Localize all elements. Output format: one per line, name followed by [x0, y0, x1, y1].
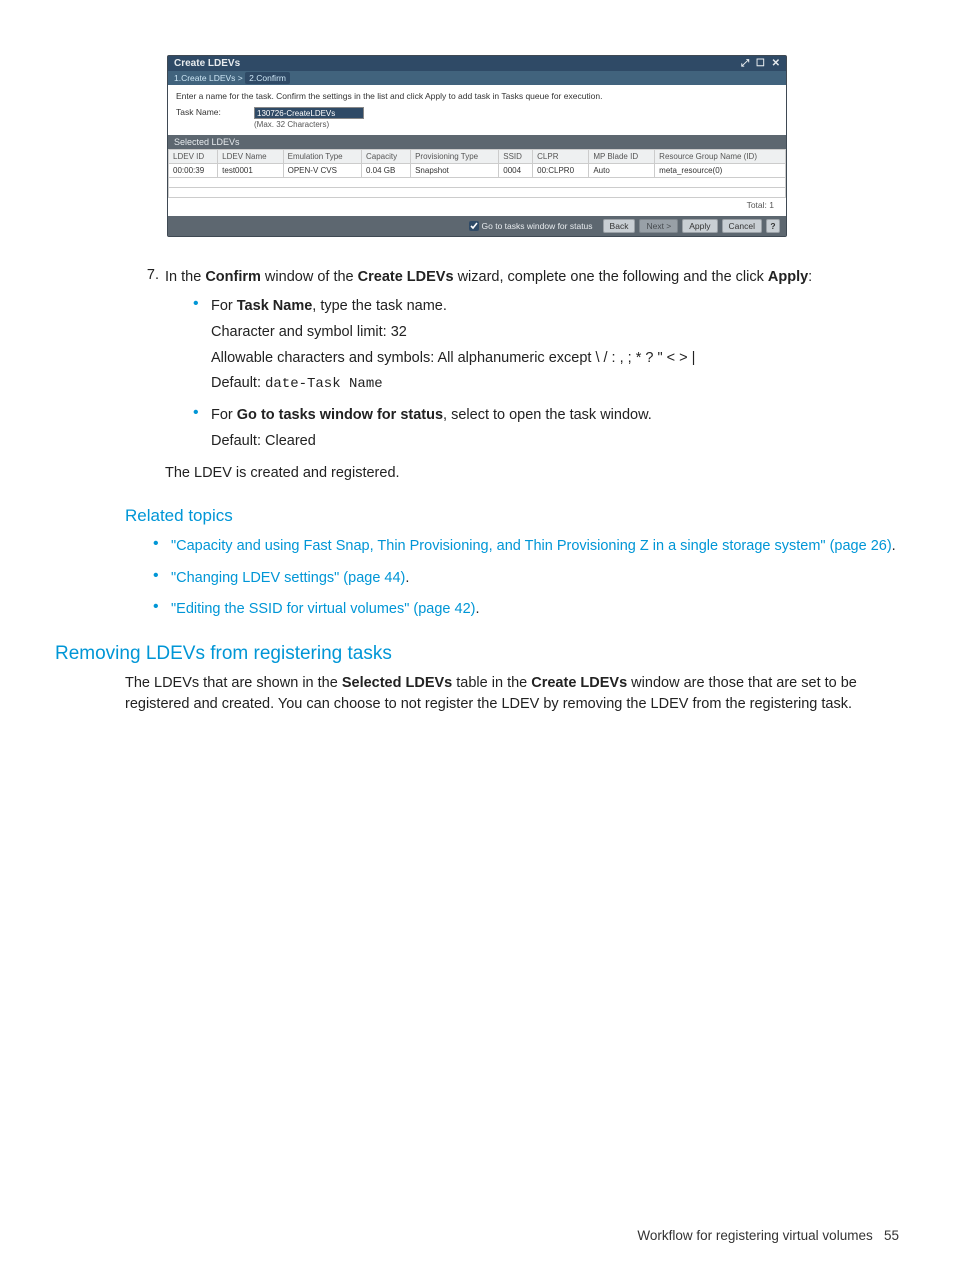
step-number: 7.: [135, 267, 159, 283]
col-prov-type: Provisioning Type: [411, 150, 499, 164]
breadcrumb-prev: 1.Create LDEVs: [174, 73, 235, 83]
col-emulation: Emulation Type: [283, 150, 361, 164]
section-paragraph: The LDEVs that are shown in the Selected…: [125, 673, 899, 715]
restore-down-icon[interactable]: ⤢: [741, 58, 749, 69]
step-text: In the Confirm window of the Create LDEV…: [165, 267, 899, 288]
related-link-2: "Changing LDEV settings" (page 44).: [153, 568, 899, 590]
selected-ldevs-table: LDEV ID LDEV Name Emulation Type Capacit…: [168, 149, 786, 198]
task-name-hint: (Max. 32 Characters): [254, 120, 364, 129]
related-link-1: "Capacity and using Fast Snap, Thin Prov…: [153, 536, 899, 558]
related-link-3: "Editing the SSID for virtual volumes" (…: [153, 599, 899, 621]
col-resource-group: Resource Group Name (ID): [655, 150, 786, 164]
section-heading: Removing LDEVs from registering tasks: [55, 643, 899, 665]
goto-tasks-label: Go to tasks window for status: [482, 221, 593, 231]
goto-tasks-checkbox-wrap[interactable]: Go to tasks window for status: [469, 221, 593, 231]
apply-button[interactable]: Apply: [682, 219, 717, 233]
col-ldev-id: LDEV ID: [169, 150, 218, 164]
col-capacity: Capacity: [361, 150, 410, 164]
goto-tasks-checkbox[interactable]: [469, 221, 479, 231]
task-name-label: Task Name:: [176, 107, 236, 117]
wizard-instruction: Enter a name for the task. Confirm the s…: [176, 91, 778, 101]
bullet-task-name: For Task Name, type the task name. Chara…: [193, 296, 899, 395]
selected-ldevs-title: Selected LDEVs: [168, 135, 786, 149]
page-footer: Workflow for registering virtual volumes…: [0, 1228, 954, 1243]
breadcrumb-current: 2.Confirm: [245, 72, 290, 84]
close-icon[interactable]: ✕: [772, 58, 780, 69]
wizard-title: Create LDEVs: [174, 58, 240, 69]
result-text: The LDEV is created and registered.: [165, 463, 899, 484]
next-button: Next >: [639, 219, 678, 233]
table-row[interactable]: 00:00:39 test0001 OPEN-V CVS 0.04 GB Sna…: [169, 164, 786, 178]
wizard-window-icons: ⤢ ☐ ✕: [737, 58, 780, 69]
cancel-button[interactable]: Cancel: [722, 219, 762, 233]
back-button[interactable]: Back: [603, 219, 636, 233]
maximize-icon[interactable]: ☐: [756, 58, 765, 69]
help-icon[interactable]: ?: [766, 219, 780, 233]
bullet-goto-tasks: For Go to tasks window for status, selec…: [193, 405, 899, 453]
wizard-breadcrumb: 1.Create LDEVs > 2.Confirm: [168, 71, 786, 85]
col-ssid: SSID: [499, 150, 533, 164]
related-topics-heading: Related topics: [125, 506, 899, 526]
wizard-titlebar: Create LDEVs ⤢ ☐ ✕: [168, 56, 786, 71]
wizard-screenshot: Create LDEVs ⤢ ☐ ✕ 1.Create LDEVs > 2.Co…: [167, 55, 787, 237]
col-ldev-name: LDEV Name: [218, 150, 283, 164]
table-total: Total: 1: [176, 198, 778, 212]
col-mp-blade: MP Blade ID: [589, 150, 655, 164]
col-clpr: CLPR: [533, 150, 589, 164]
task-name-input[interactable]: [254, 107, 364, 119]
